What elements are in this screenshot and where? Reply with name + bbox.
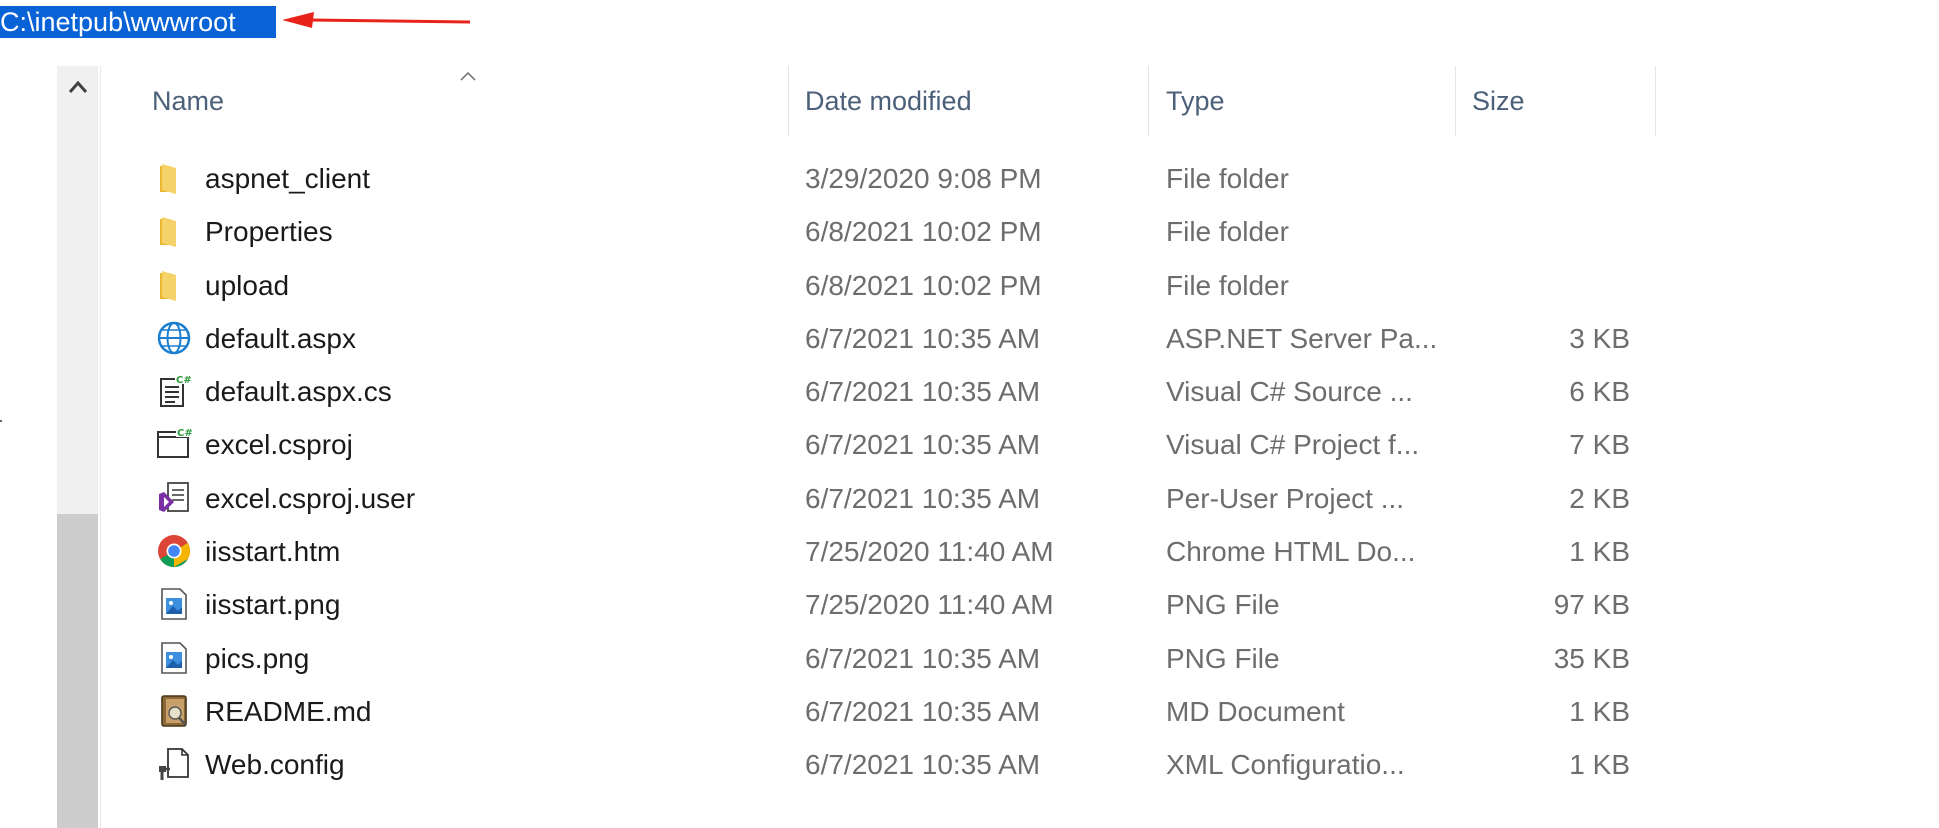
file-type: PNG File — [1166, 642, 1280, 674]
scroll-up-button[interactable] — [57, 66, 98, 108]
file-type: Per-User Project ... — [1166, 482, 1405, 514]
file-name: pics.png — [205, 642, 310, 674]
file-type: File folder — [1166, 163, 1289, 194]
file-date-modified: 6/7/2021 10:35 AM — [805, 429, 1041, 461]
png-image-icon — [161, 588, 187, 621]
column-header-bar: Name Date modified Type Size — [100, 66, 1700, 136]
file-row[interactable]: Properties 6/8/2021 10:02 PM File folder — [100, 205, 1700, 258]
file-type: Visual C# Project f... — [1166, 429, 1420, 461]
file-name: iisstart.png — [205, 589, 341, 621]
column-separator[interactable] — [1148, 66, 1149, 136]
file-list: aspnet_client 3/29/2020 9:08 PM File fol… — [100, 152, 1700, 792]
file-size: 35 KB — [1553, 642, 1630, 674]
file-date-modified: 7/25/2020 11:40 AM — [805, 536, 1054, 568]
file-date-modified: 6/7/2021 10:35 AM — [805, 749, 1041, 781]
chevron-up-icon — [68, 80, 87, 93]
file-type: MD Document — [1166, 695, 1345, 727]
file-size: 2 KB — [1569, 482, 1630, 514]
file-row[interactable]: iisstart.png 7/25/2020 11:40 AM PNG File… — [100, 578, 1700, 631]
visual-studio-user-icon — [159, 481, 189, 512]
file-name: excel.csproj.user — [205, 482, 416, 514]
file-name: Web.config — [205, 749, 345, 781]
png-image-icon — [161, 641, 187, 674]
file-name: excel.csproj — [205, 429, 353, 461]
file-row[interactable]: C# excel.csproj 6/7/2021 10:35 AM Visual… — [100, 418, 1700, 471]
folder-icon — [160, 217, 176, 248]
file-name: default.aspx — [205, 322, 356, 354]
file-type: ASP.NET Server Pa... — [1166, 322, 1438, 354]
file-type: XML Configuratio... — [1166, 749, 1405, 781]
file-date-modified: 6/7/2021 10:35 AM — [805, 695, 1041, 727]
column-header-size[interactable]: Size — [1472, 66, 1525, 136]
file-date-modified: 6/8/2021 10:02 PM — [805, 216, 1042, 248]
file-row[interactable]: excel.csproj.user 6/7/2021 10:35 AM Per-… — [100, 472, 1700, 525]
annotation-arrow — [282, 12, 471, 28]
file-type: Visual C# Source ... — [1166, 376, 1413, 408]
svg-text:C#: C# — [176, 375, 192, 386]
file-name: iisstart.htm — [205, 536, 341, 568]
edge-marker — [0, 420, 2, 422]
globe-icon — [157, 321, 191, 355]
column-header-type[interactable]: Type — [1166, 66, 1225, 136]
column-separator[interactable] — [1455, 66, 1456, 136]
file-date-modified: 6/7/2021 10:35 AM — [805, 482, 1041, 514]
file-type: PNG File — [1166, 589, 1280, 621]
sort-ascending-icon — [460, 71, 476, 81]
file-size: 1 KB — [1569, 749, 1630, 781]
file-row[interactable]: aspnet_client 3/29/2020 9:08 PM File fol… — [100, 152, 1700, 205]
file-name: aspnet_client — [205, 163, 371, 194]
markdown-document-icon — [161, 695, 187, 727]
svg-text:C#: C# — [177, 428, 192, 439]
file-name: README.md — [205, 695, 372, 727]
file-size: 1 KB — [1569, 695, 1630, 727]
file-row[interactable]: default.aspx 6/7/2021 10:35 AM ASP.NET S… — [100, 312, 1700, 365]
file-date-modified: 3/29/2020 9:08 PM — [805, 163, 1042, 194]
address-path[interactable]: C:\inetpub\wwwroot — [0, 6, 276, 38]
folder-icon — [160, 270, 176, 301]
file-row[interactable]: iisstart.htm 7/25/2020 11:40 AM Chrome H… — [100, 525, 1700, 578]
file-row[interactable]: README.md 6/7/2021 10:35 AM MD Document … — [100, 685, 1700, 738]
column-separator[interactable] — [788, 66, 789, 136]
chrome-icon — [158, 535, 190, 568]
file-size: 3 KB — [1569, 322, 1630, 354]
file-type: File folder — [1166, 269, 1289, 301]
file-date-modified: 6/7/2021 10:35 AM — [805, 642, 1041, 674]
file-size: 6 KB — [1569, 376, 1630, 408]
file-date-modified: 6/7/2021 10:35 AM — [805, 322, 1041, 354]
file-size: 7 KB — [1569, 429, 1630, 461]
file-name: Properties — [205, 216, 333, 248]
file-size: 97 KB — [1553, 589, 1630, 621]
file-type: File folder — [1166, 216, 1289, 248]
file-date-modified: 7/25/2020 11:40 AM — [805, 589, 1054, 621]
file-row[interactable]: pics.png 6/7/2021 10:35 AM PNG File 35 K… — [100, 632, 1700, 685]
file-size: 1 KB — [1569, 536, 1630, 568]
file-type: Chrome HTML Do... — [1166, 536, 1416, 568]
config-file-icon — [159, 748, 189, 781]
folder-icon — [160, 164, 176, 194]
file-name: default.aspx.cs — [205, 376, 392, 408]
csharp-source-icon: C# — [160, 374, 192, 408]
file-row[interactable]: C# default.aspx.cs 6/7/2021 10:35 AM Vis… — [100, 365, 1700, 418]
file-row[interactable]: upload 6/8/2021 10:02 PM File folder — [100, 259, 1700, 312]
scroll-thumb[interactable] — [57, 514, 98, 828]
csharp-project-icon: C# — [157, 427, 192, 459]
file-date-modified: 6/8/2021 10:02 PM — [805, 269, 1042, 301]
file-row[interactable]: Web.config 6/7/2021 10:35 AM XML Configu… — [100, 738, 1700, 791]
file-date-modified: 6/7/2021 10:35 AM — [805, 376, 1041, 408]
column-separator[interactable] — [1655, 66, 1656, 136]
vertical-scrollbar[interactable] — [57, 66, 98, 828]
column-header-name[interactable]: Name — [152, 66, 224, 136]
column-header-date-modified[interactable]: Date modified — [805, 66, 972, 136]
file-name: upload — [205, 269, 290, 301]
